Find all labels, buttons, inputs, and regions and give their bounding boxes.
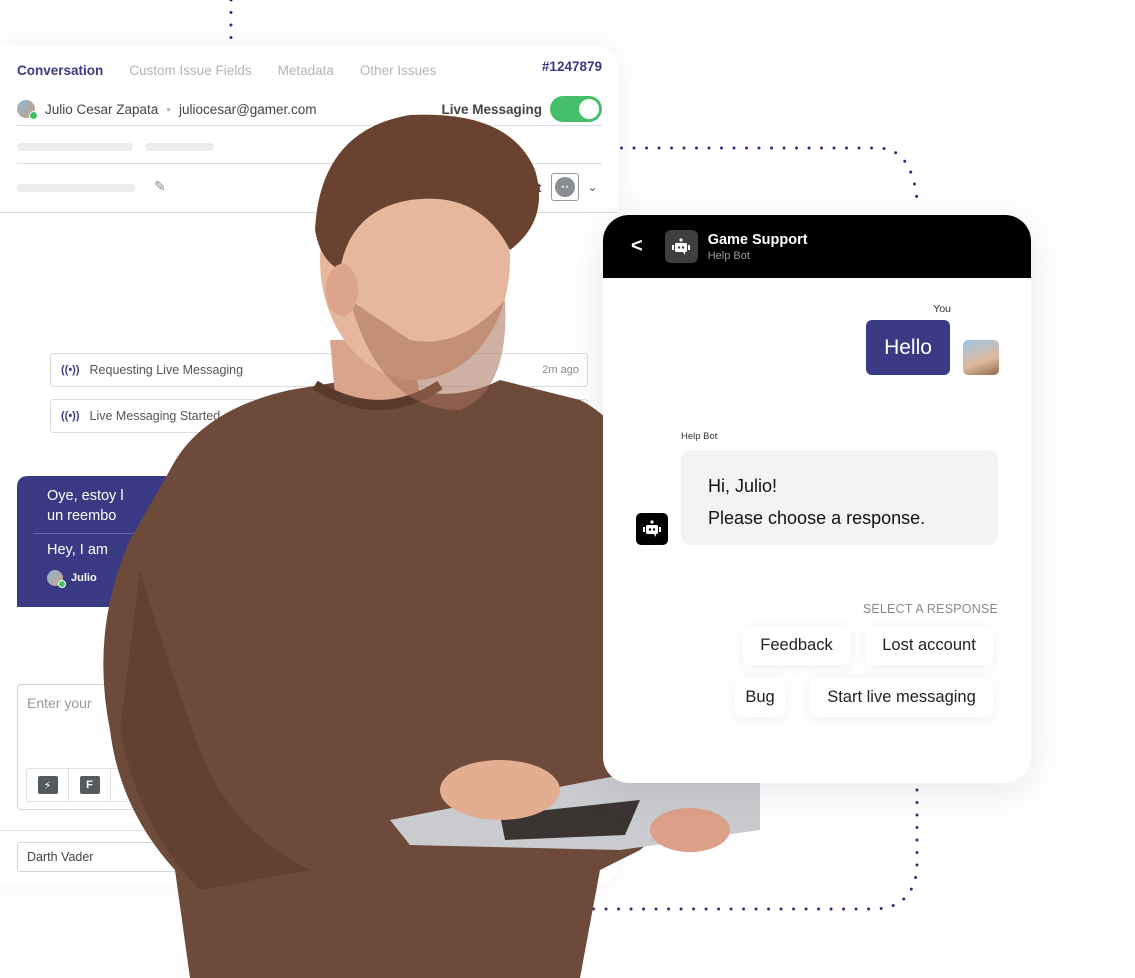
original-message-line: Oye, estoy l — [47, 488, 124, 504]
sender-label-you: You — [933, 303, 951, 315]
robot-icon — [672, 237, 691, 255]
response-feedback-button[interactable]: Feedback — [743, 626, 850, 665]
customer-avatar — [17, 100, 38, 120]
event-text: Live Messaging Started — [89, 409, 221, 423]
panel-tabs: Conversation Custom Issue Fields Metadat… — [17, 63, 436, 78]
event-text: Requesting Live Messaging — [89, 363, 244, 377]
faq-button[interactable]: F — [69, 769, 111, 801]
toggle-knob — [579, 99, 599, 119]
chat-header-titles: Game Support Help Bot — [708, 232, 808, 262]
original-message-line: un reembo — [47, 508, 117, 524]
tab-conversation[interactable]: Conversation — [17, 63, 103, 78]
divider — [17, 163, 602, 164]
composer-placeholder: Enter your — [27, 695, 92, 711]
online-status-icon — [58, 580, 66, 588]
translated-message: Hey, I am — [47, 542, 108, 558]
broadcast-icon: ((•)) — [61, 410, 80, 422]
live-messaging-label: Live Messaging — [441, 101, 542, 117]
event-time: 2m ago — [542, 410, 579, 422]
lightning-icon: ⚡ — [37, 776, 58, 794]
assignee-avatar[interactable]: •• — [551, 173, 580, 201]
tab-metadata[interactable]: Metadata — [278, 63, 334, 78]
live-messaging-toggle[interactable] — [550, 96, 602, 122]
assignee-label: t — [537, 179, 542, 195]
agent-conversation-panel: Conversation Custom Issue Fields Metadat… — [0, 45, 618, 885]
bot-avatar — [636, 513, 668, 545]
user-avatar — [963, 340, 999, 375]
bot-message-line: Please choose a response. — [708, 508, 926, 528]
bot-message-bubble: Hi, Julio! Please choose a response. — [681, 450, 998, 545]
skeleton-placeholder — [17, 143, 133, 151]
footer-divider — [0, 830, 618, 831]
response-bug-button[interactable]: Bug — [735, 678, 785, 717]
robot-icon — [643, 520, 661, 537]
back-chevron-icon[interactable]: < — [631, 235, 643, 258]
bot-avatar-header — [664, 230, 698, 263]
broadcast-icon: ((•)) — [61, 364, 80, 376]
event-time: 2m ago — [542, 364, 579, 376]
customer-message-bubble: Oye, estoy l un reembo Hey, I am Julio — [17, 476, 277, 607]
author-name: Julio — [71, 572, 97, 584]
sender-label-bot: Help Bot — [681, 431, 718, 442]
agent-select[interactable]: Darth Vader — [17, 842, 317, 872]
user-message-bubble: Hello — [866, 320, 950, 375]
edit-pencil-icon[interactable]: ✎ — [154, 178, 166, 195]
customer-name: Julio Cesar Zapata — [45, 101, 159, 117]
faq-icon: F — [79, 776, 100, 794]
quick-reply-button[interactable]: ⚡ — [27, 769, 69, 801]
customer-row: Julio Cesar Zapata • juliocesar@gamer.co… — [17, 96, 602, 122]
chat-subtitle: Help Bot — [707, 249, 750, 262]
chat-title: Game Support — [707, 231, 808, 248]
chat-header: < Game Support Help Bot — [603, 215, 1031, 278]
translation-divider — [33, 533, 277, 534]
select-response-label: SELECT A RESPONSE — [862, 602, 998, 616]
agent-face-icon: •• — [555, 177, 576, 197]
header-divider — [0, 212, 618, 213]
ticket-id: #1247879 — [541, 59, 602, 74]
composer-toolbar: ⚡ F — [26, 768, 306, 802]
event-requesting-live-messaging: ((•)) Requesting Live Messaging 2m ago — [50, 353, 588, 387]
skeleton-placeholder — [145, 143, 214, 151]
online-status-icon — [29, 111, 38, 120]
author-avatar — [47, 570, 66, 588]
separator-dot: • — [166, 101, 172, 117]
right-hand — [650, 808, 730, 852]
customer-email: juliocesar@gamer.com — [179, 101, 317, 117]
event-live-messaging-started: ((•)) Live Messaging Started 2m ago — [50, 399, 588, 433]
assignee-selector[interactable]: t •• ⌄ — [537, 173, 597, 201]
skeleton-placeholder — [17, 184, 135, 192]
chat-widget: < Game Support Help Bot You Hello Help B… — [603, 215, 1031, 783]
message-composer[interactable]: Enter your ⚡ F — [17, 684, 317, 810]
bot-message-line: Hi, Julio! — [708, 476, 778, 496]
response-start-live-messaging-button[interactable]: Start live messaging — [810, 678, 993, 717]
message-author: Julio — [47, 570, 277, 588]
divider — [17, 125, 602, 126]
response-lost-account-button[interactable]: Lost account — [865, 626, 993, 665]
tab-other-issues[interactable]: Other Issues — [360, 63, 437, 78]
chevron-down-icon[interactable]: ⌄ — [587, 180, 597, 194]
tab-custom-issue-fields[interactable]: Custom Issue Fields — [129, 63, 251, 78]
